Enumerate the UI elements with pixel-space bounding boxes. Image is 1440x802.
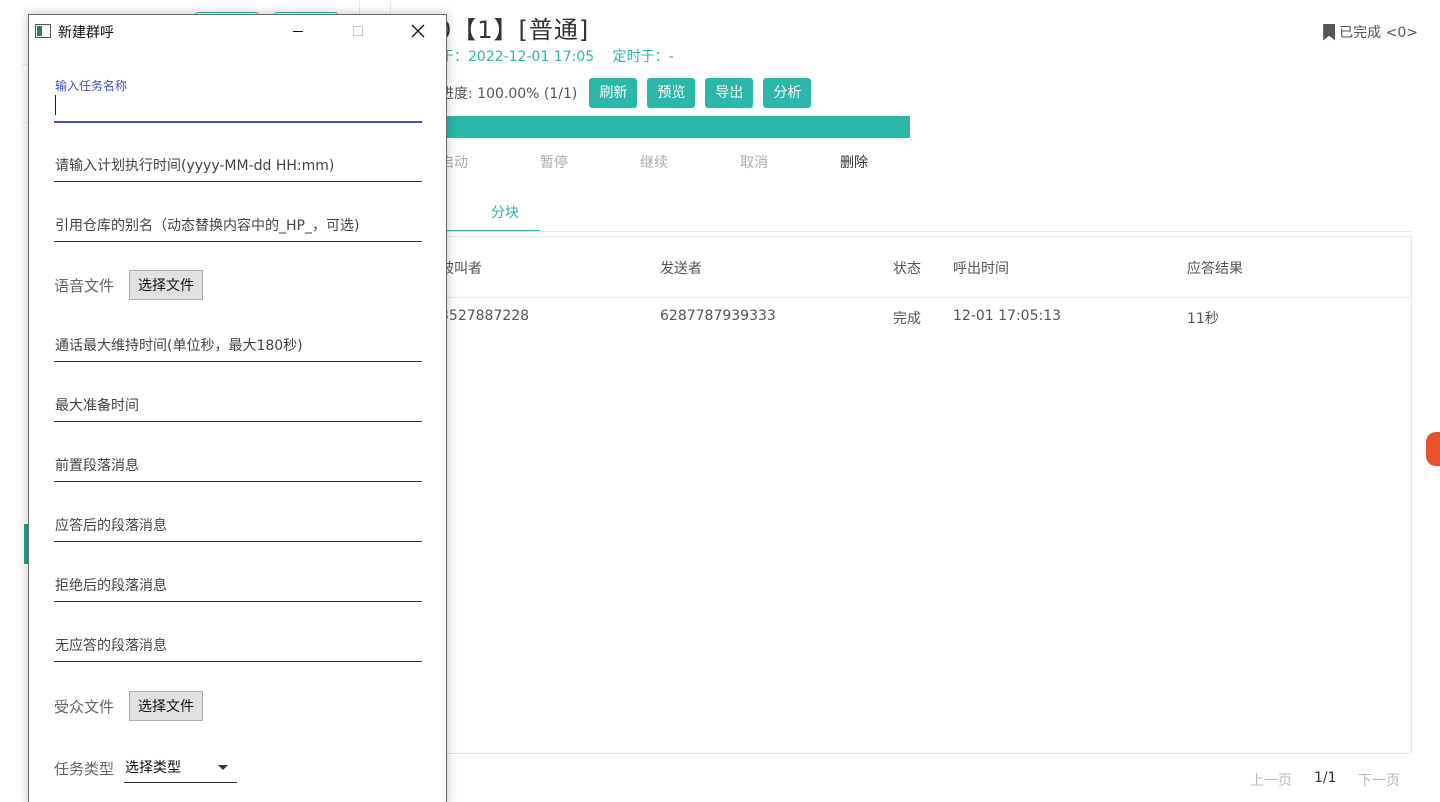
completed-badge[interactable]: 已完成 <0> bbox=[1323, 22, 1418, 42]
progress-label: 进度: 100.00% (1/1) bbox=[440, 86, 578, 102]
maximize-icon bbox=[353, 26, 363, 36]
task-name-input[interactable] bbox=[54, 81, 422, 123]
cancel-action: 取消 bbox=[740, 155, 768, 171]
audience-file-row: 受众文件 选择文件 bbox=[54, 691, 204, 721]
voice-file-label: 语音文件 bbox=[54, 276, 115, 295]
task-title: 0【1】[普通] bbox=[436, 16, 590, 44]
export-button[interactable]: 导出 bbox=[705, 78, 754, 108]
task-meta: 于：2022-12-01 17:05 定时于：- bbox=[440, 46, 688, 66]
answered-message-placeholder: 应答后的段落消息 bbox=[55, 518, 167, 534]
column-header-result: 应答结果 bbox=[1187, 261, 1243, 277]
column-header-sender: 发送者 bbox=[660, 261, 702, 277]
audience-file-label: 受众文件 bbox=[54, 697, 115, 716]
task-detail-panel: 0【1】[普通] 于：2022-12-01 17:05 定时于：- 已完成 <0… bbox=[360, 0, 1440, 802]
column-header-status: 状态 bbox=[893, 261, 921, 277]
tab-chunks[interactable]: 分块 bbox=[440, 198, 540, 232]
minimize-icon bbox=[293, 30, 303, 32]
cell-call-time: 12-01 17:05:13 bbox=[953, 308, 1062, 324]
calls-table bbox=[440, 236, 1412, 754]
progress-bar bbox=[444, 116, 910, 138]
cell-sender: 6287787939333 bbox=[660, 308, 776, 324]
pre-message-input[interactable]: 前置段落消息 bbox=[54, 442, 422, 482]
task-type-row: 任务类型 选择类型 bbox=[54, 753, 238, 783]
voice-file-button[interactable]: 选择文件 bbox=[129, 270, 204, 300]
max-prepare-time-placeholder: 最大准备时间 bbox=[55, 398, 139, 414]
analyze-button[interactable]: 分析 bbox=[763, 78, 812, 108]
dialog-title: 新建群呼 bbox=[58, 25, 114, 41]
no-answer-message-input[interactable]: 无应答的段落消息 bbox=[54, 622, 422, 662]
pager-prev[interactable]: 上一页 bbox=[1250, 770, 1292, 790]
start-action: 启动 bbox=[440, 155, 468, 171]
max-call-duration-placeholder: 通话最大维持时间(单位秒，最大180秒) bbox=[55, 338, 303, 354]
progress-row: 进度: 100.00% (1/1) 刷新 预览 导出 分析 bbox=[440, 78, 821, 108]
minimize-button[interactable] bbox=[275, 15, 321, 47]
table-header-divider bbox=[440, 297, 1412, 298]
tabs-divider bbox=[440, 231, 1412, 232]
created-time: 于：2022-12-01 17:05 bbox=[440, 49, 595, 65]
pre-message-placeholder: 前置段落消息 bbox=[55, 458, 139, 474]
cell-status: 完成 bbox=[893, 311, 921, 327]
pager-current: 1/1 bbox=[1314, 770, 1337, 786]
task-type-label: 任务类型 bbox=[54, 759, 115, 778]
dialog-titlebar[interactable]: 新建群呼 bbox=[29, 15, 446, 47]
pause-action: 暂停 bbox=[540, 155, 568, 171]
floating-s-icon[interactable] bbox=[1426, 432, 1440, 466]
audience-file-button[interactable]: 选择文件 bbox=[129, 691, 204, 721]
task-type-select[interactable]: 选择类型 bbox=[124, 753, 238, 783]
voice-file-row: 语音文件 选择文件 bbox=[54, 270, 204, 300]
close-icon bbox=[411, 24, 425, 38]
scheduled-time: 定时于：- bbox=[612, 49, 674, 65]
delete-action[interactable]: 删除 bbox=[840, 152, 940, 172]
completed-badge-label: 已完成 <0> bbox=[1339, 25, 1418, 41]
repo-alias-placeholder: 引用仓库的别名（动态替换内容中的_HP_，可选) bbox=[55, 218, 360, 234]
max-prepare-time-input[interactable]: 最大准备时间 bbox=[54, 382, 422, 422]
max-call-duration-input[interactable]: 通话最大维持时间(单位秒，最大180秒) bbox=[54, 322, 422, 362]
refresh-button[interactable]: 刷新 bbox=[589, 78, 638, 108]
text-caret bbox=[55, 95, 56, 115]
new-group-call-dialog: 新建群呼 输入任务名称 请输入计划执行时间(yyyy-MM-dd HH:mm) … bbox=[28, 14, 447, 802]
repo-alias-input[interactable]: 引用仓库的别名（动态替换内容中的_HP_，可选) bbox=[54, 202, 422, 242]
pager-next[interactable]: 下一页 bbox=[1358, 770, 1400, 790]
maximize-button[interactable] bbox=[335, 15, 381, 47]
no-answer-message-placeholder: 无应答的段落消息 bbox=[55, 638, 167, 654]
cell-callee: 3527887228 bbox=[440, 308, 530, 324]
rejected-message-input[interactable]: 拒绝后的段落消息 bbox=[54, 562, 422, 602]
close-button[interactable] bbox=[395, 15, 441, 47]
column-header-call-time: 呼出时间 bbox=[953, 261, 1009, 277]
schedule-time-input[interactable]: 请输入计划执行时间(yyyy-MM-dd HH:mm) bbox=[54, 142, 422, 182]
bookmark-icon bbox=[1323, 23, 1336, 41]
preview-button[interactable]: 预览 bbox=[647, 78, 696, 108]
task-type-value: 选择类型 bbox=[125, 760, 182, 776]
schedule-time-placeholder: 请输入计划执行时间(yyyy-MM-dd HH:mm) bbox=[55, 158, 335, 174]
answered-message-input[interactable]: 应答后的段落消息 bbox=[54, 502, 422, 542]
dropdown-arrow-icon bbox=[218, 765, 229, 770]
rejected-message-placeholder: 拒绝后的段落消息 bbox=[55, 578, 167, 594]
resume-action: 继续 bbox=[640, 155, 668, 171]
task-actions: 启动 暂停 继续 取消 删除 bbox=[440, 152, 940, 172]
cell-result: 11秒 bbox=[1187, 311, 1219, 327]
progress-bar-fill bbox=[444, 116, 910, 138]
window-app-icon bbox=[35, 24, 51, 38]
